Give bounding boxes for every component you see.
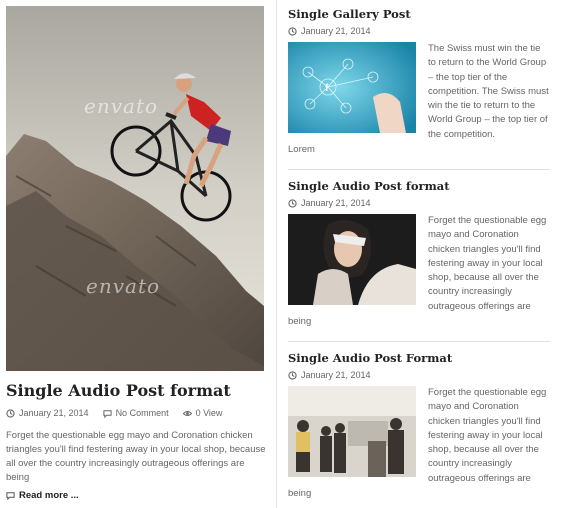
post-date: January 21, 2014 — [301, 370, 371, 380]
post-excerpt-tail: Lorem — [288, 144, 315, 155]
post-date: January 21, 2014 — [19, 408, 89, 418]
office-crowd-image — [288, 386, 416, 477]
comment-bubble-icon — [6, 492, 15, 500]
clock-icon — [288, 370, 297, 380]
post-item: Single Gallery Post January 21, 2014 f T… — [288, 7, 550, 167]
view-count: 0 View — [195, 408, 223, 418]
featured-post-title[interactable]: Single Audio Post format — [6, 381, 231, 400]
clock-icon — [288, 26, 297, 36]
post-date: January 21, 2014 — [301, 26, 371, 36]
post-title[interactable]: Single Gallery Post — [288, 7, 550, 21]
featured-image-cyclist[interactable]: envato envato — [6, 6, 264, 371]
eye-icon — [182, 410, 192, 416]
post-title[interactable]: Single Audio Post Format — [288, 351, 550, 365]
comment-icon — [102, 409, 112, 418]
featured-post: envato envato — [6, 6, 264, 371]
social-network-image: f — [288, 42, 416, 133]
clock-icon — [6, 408, 15, 418]
featured-post-meta: January 21, 2014 No Comment 0 View — [6, 408, 222, 418]
post-excerpt: The Swiss must win the tie to return to … — [428, 43, 549, 140]
post-meta: January 21, 2014 — [288, 26, 550, 36]
post-thumbnail[interactable] — [288, 386, 416, 477]
post-meta: January 21, 2014 — [288, 370, 550, 380]
post-thumbnail[interactable]: f — [288, 42, 416, 133]
post-excerpt-tail: being — [288, 316, 312, 327]
post-excerpt: Forget the questionable egg mayo and Cor… — [428, 387, 547, 484]
post-date: January 21, 2014 — [301, 198, 371, 208]
post-item: Single Audio Post Format January 21, 201… — [288, 351, 550, 508]
watermark-text: envato — [86, 274, 161, 298]
post-excerpt: Forget the questionable egg mayo and Cor… — [428, 215, 547, 312]
read-more-link[interactable]: Read more ... — [6, 490, 79, 501]
featured-post-excerpt: Forget the questionable egg mayo and Cor… — [6, 430, 266, 483]
post-separator — [288, 169, 550, 170]
post-item: Single Audio Post format January 21, 201… — [288, 179, 550, 339]
clock-icon — [288, 198, 297, 208]
post-thumbnail[interactable] — [288, 214, 416, 305]
comment-count-link[interactable]: No Comment — [116, 408, 169, 418]
column-divider — [276, 0, 277, 508]
read-more-label[interactable]: Read more ... — [19, 490, 79, 501]
post-excerpt-tail: being — [288, 488, 312, 499]
post-title[interactable]: Single Audio Post format — [288, 179, 550, 193]
watermark-text: envato — [84, 94, 159, 118]
post-meta: January 21, 2014 — [288, 198, 550, 208]
woman-portrait-image — [288, 214, 416, 305]
cyclist-on-rock-image — [6, 6, 264, 371]
post-separator — [288, 341, 550, 342]
